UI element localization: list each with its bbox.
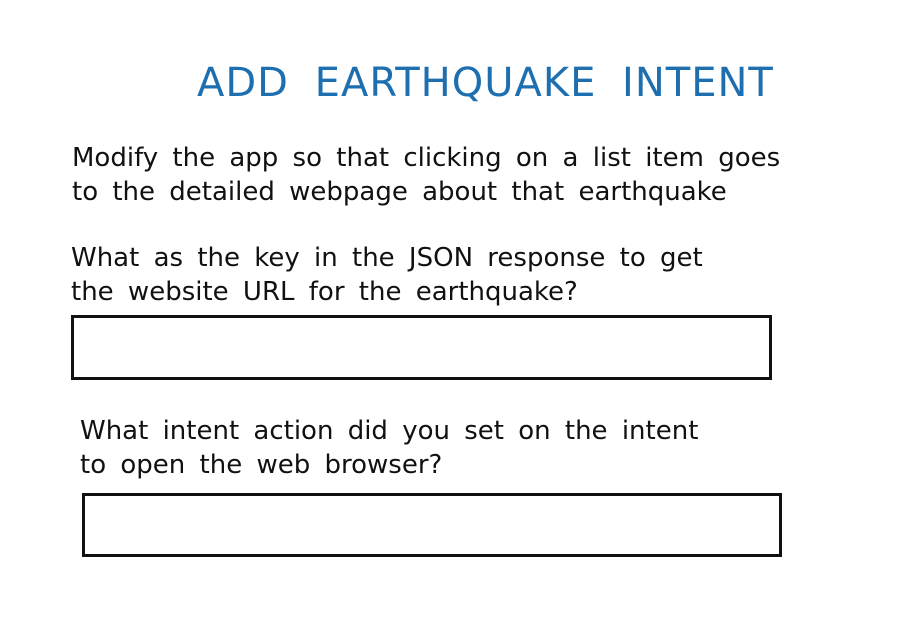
- instruction-line-2: to the detailed webpage about that earth…: [72, 177, 727, 207]
- instruction-text: Modify the app so that clicking on a lis…: [72, 141, 780, 209]
- page-title: ADD EARTHQUAKE INTENT: [197, 60, 774, 106]
- question-1-answer-field[interactable]: [71, 315, 772, 380]
- question-1-line-2: the website URL for the earthquake?: [71, 277, 578, 307]
- question-1-text: What as the key in the JSON response to …: [71, 241, 703, 309]
- question-2-text: What intent action did you set on the in…: [80, 414, 698, 482]
- question-2-line-2: to open the web browser?: [80, 450, 443, 480]
- question-2-line-1: What intent action did you set on the in…: [80, 416, 699, 446]
- instruction-line-1: Modify the app so that clicking on a lis…: [72, 143, 781, 173]
- question-1-line-1: What as the key in the JSON response to …: [71, 243, 703, 273]
- question-2-answer-field[interactable]: [82, 493, 782, 557]
